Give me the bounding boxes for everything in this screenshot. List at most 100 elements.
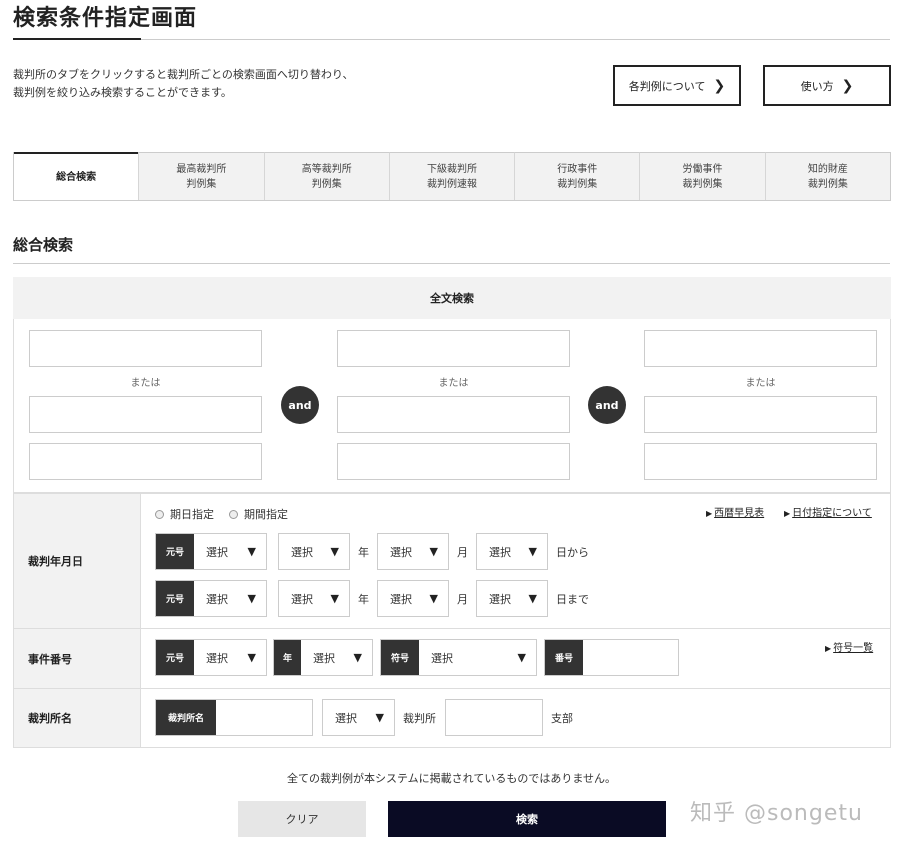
court-unit: 裁判所 [403,712,436,725]
dropdown-arrow-icon: ▼ [517,651,526,664]
radio-date-period-label: 期間指定 [244,508,288,521]
clear-button[interactable]: クリア [238,801,366,837]
case-code-select[interactable]: 符号 選択 ▼ [380,639,537,676]
triangle-right-icon: ▶ [784,509,791,518]
notice-text: 全ての裁判例が本システムに掲載されているものではありません。 [0,770,903,786]
case-year-select[interactable]: 年 選択 ▼ [273,639,373,676]
fulltext-input-1-1[interactable] [29,330,262,367]
triangle-right-icon: ▶ [706,509,713,518]
case-year-dropdown[interactable]: 選択 ▼ [301,640,372,675]
fulltext-input-3-2[interactable] [644,396,877,433]
dropdown-arrow-icon: ▼ [330,545,339,558]
tab-supreme-court[interactable]: 最高裁判所 判例集 [138,152,264,200]
court-type-select[interactable]: 選択 ▼ [322,699,395,736]
select-value: 選択 [489,592,511,606]
to-month-select[interactable]: 選択 ▼ [377,580,449,617]
watermark: 知乎 @songetu [690,801,863,826]
era-tag: 元号 [156,581,194,616]
case-number-input[interactable]: 番号 [544,639,679,676]
date-help-link-label: 日付指定について [792,508,872,519]
tab-high-court[interactable]: 高等裁判所 判例集 [263,152,389,200]
to-era-dropdown[interactable]: 選択 ▼ [194,581,266,616]
date-row: 裁判年月日 期日指定 期間指定 ▶ 西暦早見表 ▶ 日付指定について 元号 選択 ▼ … [13,493,891,629]
dropdown-arrow-icon: ▼ [247,651,256,664]
date-row-label: 裁判年月日 [14,494,140,628]
case-code-dropdown[interactable]: 選択 ▼ [419,640,536,675]
radio-icon [155,509,164,519]
select-value: 選択 [390,545,412,559]
or-label: または [130,378,161,389]
fulltext-input-1-2[interactable] [29,396,262,433]
search-button[interactable]: 検索 [388,801,666,837]
description-line-1: 裁判所のタブをクリックすると裁判所ごとの検索画面へ切り替わり、 [13,68,354,81]
page-title: 検索条件指定画面 [13,6,198,31]
year-tag: 年 [274,640,301,675]
court-name-row: 裁判所名 裁判所名 選択 ▼ 裁判所 支部 [13,688,891,748]
fulltext-input-2-1[interactable] [337,330,570,367]
tab-general-search[interactable]: 総合検索 [14,152,139,200]
dropdown-arrow-icon: ▼ [247,592,256,605]
calendar-table-link-label: 西暦早見表 [714,508,765,519]
case-era-select[interactable]: 元号 選択 ▼ [155,639,267,676]
radio-date-period[interactable]: 期間指定 [229,506,288,522]
to-year-select[interactable]: 選択 ▼ [278,580,350,617]
tab-intellectual-property[interactable]: 知的財産 裁判例集 [764,152,890,200]
select-value: 選択 [390,592,412,606]
from-day-select[interactable]: 選択 ▼ [476,533,548,570]
fulltext-header: 全文検索 [13,277,891,319]
radio-single-date-label: 期日指定 [170,508,214,521]
code-list-link-label: 符号一覧 [833,643,874,654]
select-value: 選択 [206,651,228,665]
dropdown-arrow-icon: ▼ [330,592,339,605]
case-era-dropdown[interactable]: 選択 ▼ [194,640,266,675]
court-name-field[interactable] [216,700,312,735]
dropdown-arrow-icon: ▼ [429,545,438,558]
radio-single-date[interactable]: 期日指定 [155,506,214,522]
dropdown-arrow-icon: ▼ [247,545,256,558]
tab-lower-court[interactable]: 下級裁判所 裁判例速報 [388,152,515,200]
fulltext-input-2-3[interactable] [337,443,570,480]
case-number-label: 事件番号 [14,629,140,688]
number-tag: 番号 [545,640,583,675]
code-list-link[interactable]: ▶ 符号一覧 [825,639,873,654]
select-value: 選択 [489,545,511,559]
case-number-row: 事件番号 元号 選択 ▼ 年 選択 ▼ 符号 選択 ▼ 番号 ▶ 符号一覧 [13,628,891,689]
fulltext-input-3-1[interactable] [644,330,877,367]
from-year-select[interactable]: 選択 ▼ [278,533,350,570]
tab-administrative[interactable]: 行政事件 裁判例集 [514,152,640,200]
to-day-select[interactable]: 選択 ▼ [476,580,548,617]
month-unit: 月 [457,593,468,606]
tab-labor[interactable]: 労働事件 裁判例集 [639,152,765,200]
title-rule [13,39,890,40]
calendar-table-link[interactable]: ▶ 西暦早見表 [706,504,764,519]
fulltext-input-3-3[interactable] [644,443,877,480]
court-name-tag: 裁判所名 [156,700,216,735]
chevron-right-icon: ❯ [841,77,854,94]
fulltext-input-1-3[interactable] [29,443,262,480]
date-help-link[interactable]: ▶ 日付指定について [784,504,872,519]
page-description: 裁判所のタブをクリックすると裁判所ごとの検索画面へ切り替わり、 裁判例を絞り込み… [13,66,353,102]
dropdown-arrow-icon: ▼ [528,592,537,605]
year-unit: 年 [358,593,369,606]
day-to-unit: 日まで [556,593,589,606]
from-month-select[interactable]: 選択 ▼ [377,533,449,570]
fulltext-input-2-2[interactable] [337,396,570,433]
how-to-use-button[interactable]: 使い方 ❯ [763,65,891,106]
or-label: または [745,378,776,389]
and-badge: and [588,386,626,424]
notice-message: 全ての裁判例が本システムに掲載されているものではありません。 [286,772,616,785]
from-era-dropdown[interactable]: 選択 ▼ [194,534,266,569]
select-value: 選択 [313,651,335,665]
about-cases-button[interactable]: 各判例について ❯ [613,65,741,106]
case-number-field[interactable] [583,640,678,675]
to-era-select[interactable]: 元号 選択 ▼ [155,580,267,617]
branch-input[interactable] [445,699,543,736]
dropdown-arrow-icon: ▼ [528,545,537,558]
month-unit: 月 [457,546,468,559]
from-era-select[interactable]: 元号 選択 ▼ [155,533,267,570]
and-badge: and [281,386,319,424]
court-name-input[interactable]: 裁判所名 [155,699,313,736]
select-value: 選択 [291,545,313,559]
court-name-label: 裁判所名 [14,689,140,747]
radio-icon [229,509,238,519]
